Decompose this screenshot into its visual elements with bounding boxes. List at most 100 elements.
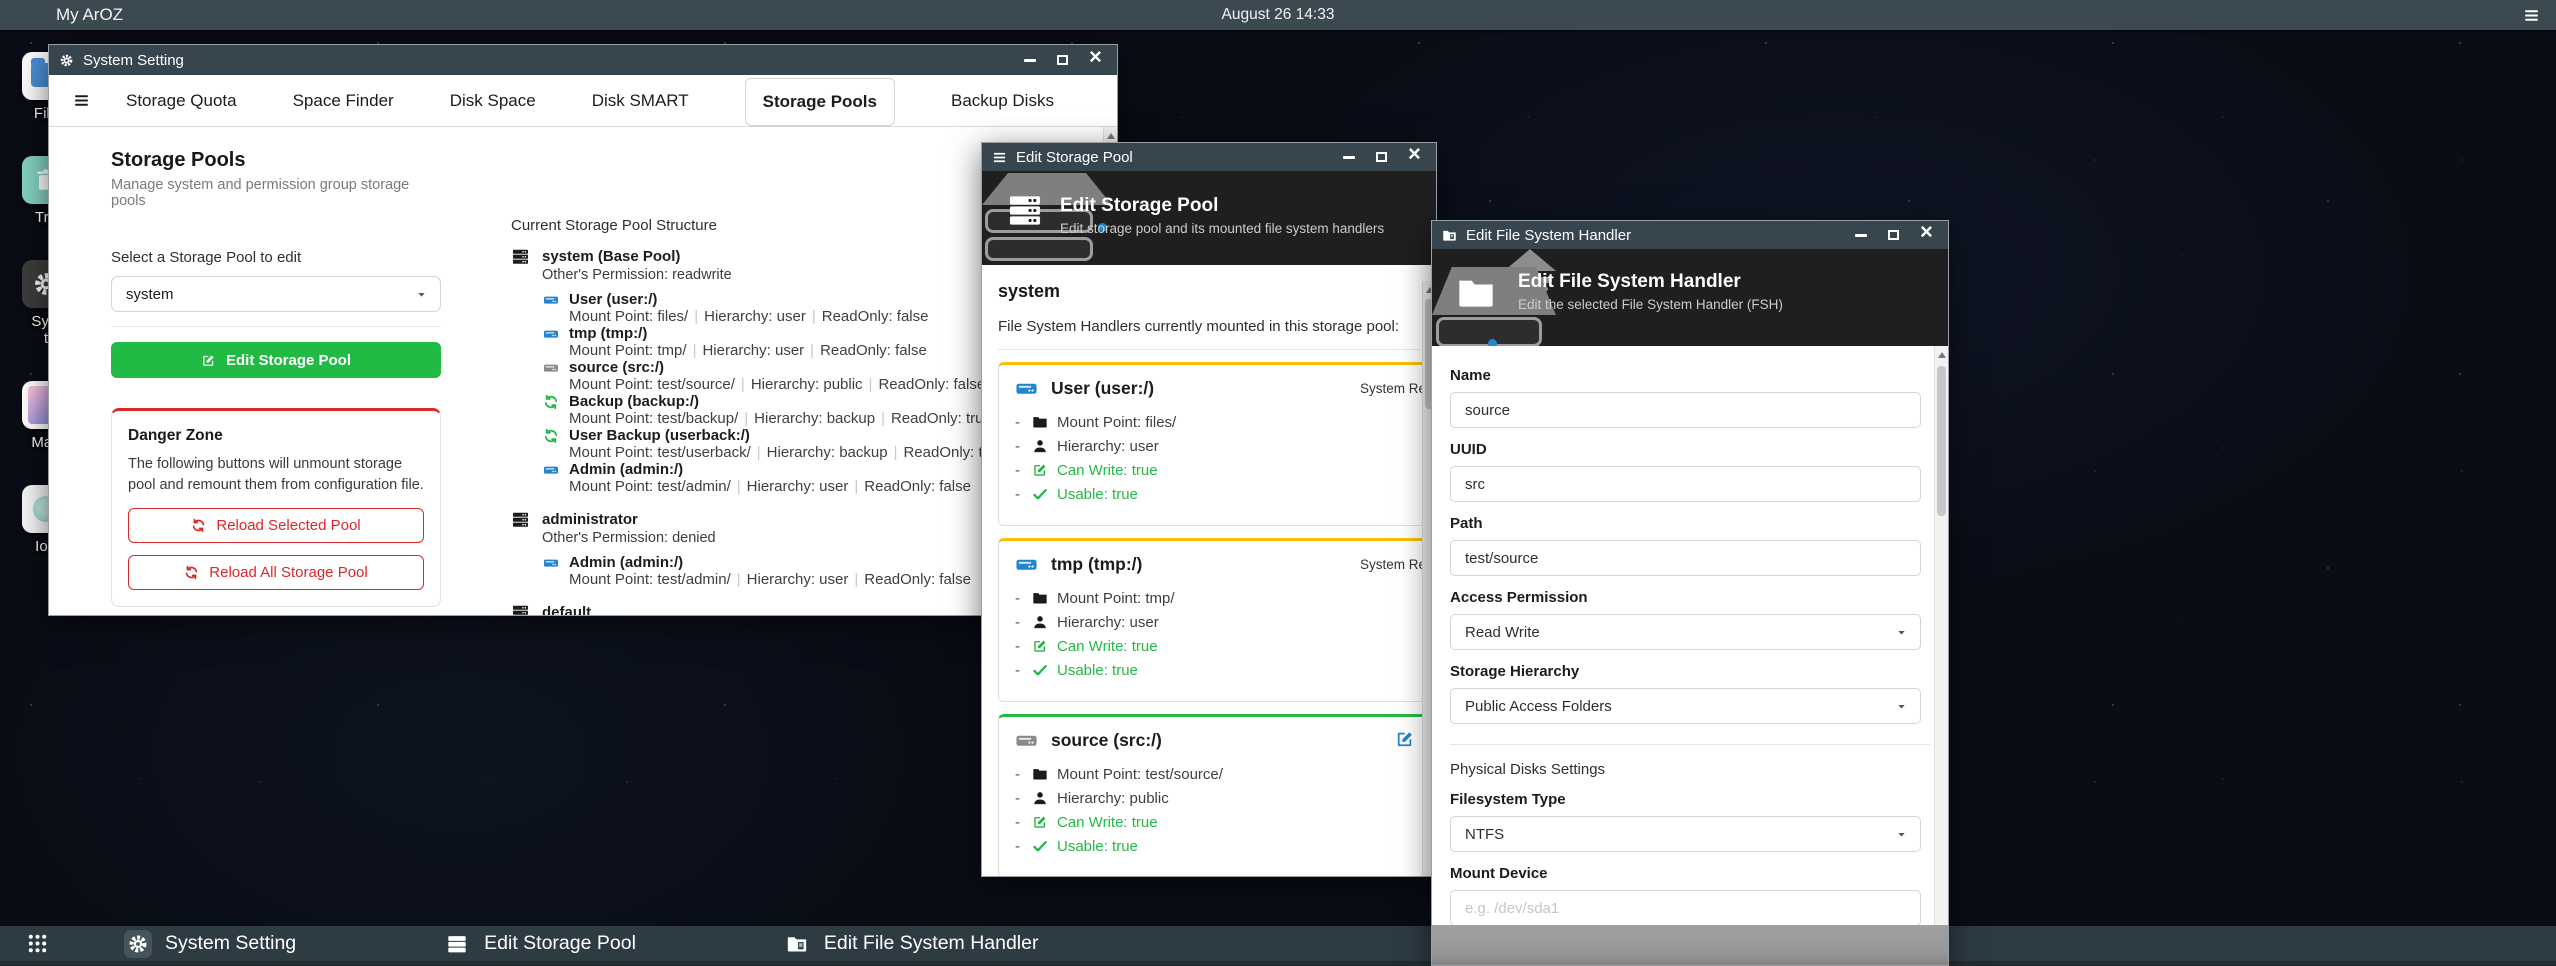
tab-storage-quota[interactable]: Storage Quota <box>126 91 237 111</box>
hdd-icon <box>543 462 559 478</box>
pool-name: system (Base Pool) <box>542 248 680 265</box>
pool-description: File System Handlers currently mounted i… <box>998 318 1420 335</box>
fsh-property-row: Mount Point: test/source/ <box>1015 762 1419 786</box>
edit-fsh-titlebar[interactable]: Edit File System Handler <box>1432 221 1948 249</box>
fsh-name: Backup (backup:/) <box>569 394 699 410</box>
tab-backup-disks[interactable]: Backup Disks <box>951 91 1054 111</box>
mount-device-label: Mount Device <box>1450 864 1930 884</box>
refresh-icon <box>191 518 206 533</box>
storage-hierarchy-select[interactable]: Public Access Folders <box>1450 688 1921 724</box>
section-physical-disks-settings: Physical Disks Settings <box>1450 761 1930 778</box>
field-mount-device: Mount Device <box>1450 864 1930 926</box>
fsh-property-row: Mount Point: tmp/ <box>1015 586 1419 610</box>
close-button[interactable] <box>1408 149 1422 165</box>
fsh-name: Admin (admin:/) <box>569 555 683 571</box>
edit-storage-pool-titlebar[interactable]: Edit Storage Pool <box>982 143 1436 171</box>
app-launcher-icon[interactable] <box>26 932 49 955</box>
edit-fsh-window: Edit File System Handler Edit File Syste… <box>1431 220 1949 966</box>
server-icon <box>511 247 530 266</box>
system-setting-titlebar[interactable]: System Setting <box>49 45 1117 75</box>
chevron-down-icon <box>1895 700 1908 713</box>
edit-storage-pool-button[interactable]: Edit Storage Pool <box>111 342 441 378</box>
window-title: System Setting <box>83 52 184 69</box>
reload-all-storage-pool-button[interactable]: Reload All Storage Pool <box>128 555 424 590</box>
refresh-icon <box>184 565 199 580</box>
maximize-button[interactable] <box>1057 55 1068 65</box>
fsh-property-text: Mount Point: files/ <box>1057 414 1176 431</box>
access-permission-select[interactable]: Read Write <box>1450 614 1921 650</box>
fsh-property-text: Mount Point: test/source/ <box>1057 766 1223 783</box>
check-icon <box>1032 662 1048 678</box>
fsh-property-text: Hierarchy: user <box>1057 438 1159 455</box>
danger-zone-heading: Danger Zone <box>128 427 424 445</box>
field-path: Path <box>1450 514 1930 576</box>
top-menu-bar: My ArOZ August 26 14:33 <box>0 0 2556 30</box>
mount-device-input[interactable] <box>1450 890 1921 926</box>
chevron-down-icon <box>1895 626 1908 639</box>
hdd-icon <box>543 555 559 571</box>
minimize-button[interactable] <box>1024 59 1036 62</box>
tab-disk-space[interactable]: Disk Space <box>450 91 536 111</box>
fsh-card-title: source (src:/) <box>1051 730 1162 751</box>
fsh-property-row: Usable: true <box>1015 834 1419 858</box>
selected-pool-value: system <box>126 286 174 303</box>
danger-zone-panel: Danger Zone The following buttons will u… <box>111 408 441 607</box>
gear-icon <box>127 933 149 955</box>
window-bottom-band <box>1432 925 1948 965</box>
edit-storage-pool-header: Edit Storage Pool Edit storage pool and … <box>982 171 1436 265</box>
fsh-property-row: Mount Point: files/ <box>1015 410 1419 434</box>
edit-storage-pool-content: system File System Handlers currently mo… <box>982 281 1436 877</box>
taskbar-app-system-setting[interactable]: System Setting <box>127 932 296 955</box>
uuid-input[interactable] <box>1450 466 1921 502</box>
folder-icon <box>1454 273 1498 313</box>
system-setting-window: System Setting Storage Quota Space Finder… <box>48 44 1118 616</box>
hdd-icon <box>543 360 559 376</box>
fsh-property-text: Usable: true <box>1057 486 1138 503</box>
taskbar-app-edit-file-system-handler[interactable]: Edit File System Handler <box>786 932 1039 955</box>
chevron-down-icon <box>1895 828 1908 841</box>
fsh-name: tmp (tmp:/) <box>569 326 647 342</box>
fsh-property-row: Usable: true <box>1015 482 1419 506</box>
edit-fsh-button[interactable] <box>1395 729 1415 749</box>
storage-pool-select[interactable]: system <box>111 276 441 312</box>
taskbar-app-edit-storage-pool[interactable]: Edit Storage Pool <box>446 932 636 955</box>
close-button[interactable] <box>1089 52 1103 68</box>
server-icon <box>511 603 530 616</box>
refresh-icon <box>543 394 559 410</box>
pool-name: administrator <box>542 511 638 528</box>
server-icon <box>446 933 468 955</box>
tab-disk-smart[interactable]: Disk SMART <box>592 91 689 111</box>
folder-file-icon <box>786 933 808 955</box>
edit-icon <box>1032 638 1048 654</box>
window-controls <box>1024 52 1107 68</box>
refresh-icon <box>543 428 559 444</box>
fsh-property-text: Usable: true <box>1057 838 1138 855</box>
server-icon <box>511 510 530 529</box>
chevron-down-icon <box>415 288 428 301</box>
fsh-property-text: Hierarchy: public <box>1057 790 1169 807</box>
tab-space-finder[interactable]: Space Finder <box>293 91 394 111</box>
scrollbar[interactable] <box>1934 346 1948 965</box>
reload-selected-pool-button[interactable]: Reload Selected Pool <box>128 508 424 543</box>
fsh-name: Admin (admin:/) <box>569 462 683 478</box>
bars-icon <box>992 150 1007 165</box>
pool-name-heading: system <box>998 281 1420 302</box>
path-input[interactable] <box>1450 540 1921 576</box>
uuid-label: UUID <box>1450 440 1930 460</box>
menu-icon[interactable] <box>73 92 90 109</box>
tab-storage-pools[interactable]: Storage Pools <box>745 78 895 126</box>
pool-name: default <box>542 604 591 616</box>
folder-icon <box>1032 766 1048 782</box>
fsh-property-row: Hierarchy: user <box>1015 610 1419 634</box>
fsh-card-user-user: User (user:/)System ReservedMount Point:… <box>998 362 1436 526</box>
maximize-button[interactable] <box>1888 230 1899 240</box>
close-button[interactable] <box>1920 227 1934 243</box>
minimize-button[interactable] <box>1855 234 1867 237</box>
selected-value: NTFS <box>1465 826 1504 843</box>
maximize-button[interactable] <box>1376 152 1387 162</box>
top-menu-icon[interactable] <box>2523 7 2540 24</box>
fsh-name: User (user:/) <box>569 292 657 308</box>
name-input[interactable] <box>1450 392 1921 428</box>
minimize-button[interactable] <box>1343 156 1355 159</box>
filesystem-type-select[interactable]: NTFS <box>1450 816 1921 852</box>
